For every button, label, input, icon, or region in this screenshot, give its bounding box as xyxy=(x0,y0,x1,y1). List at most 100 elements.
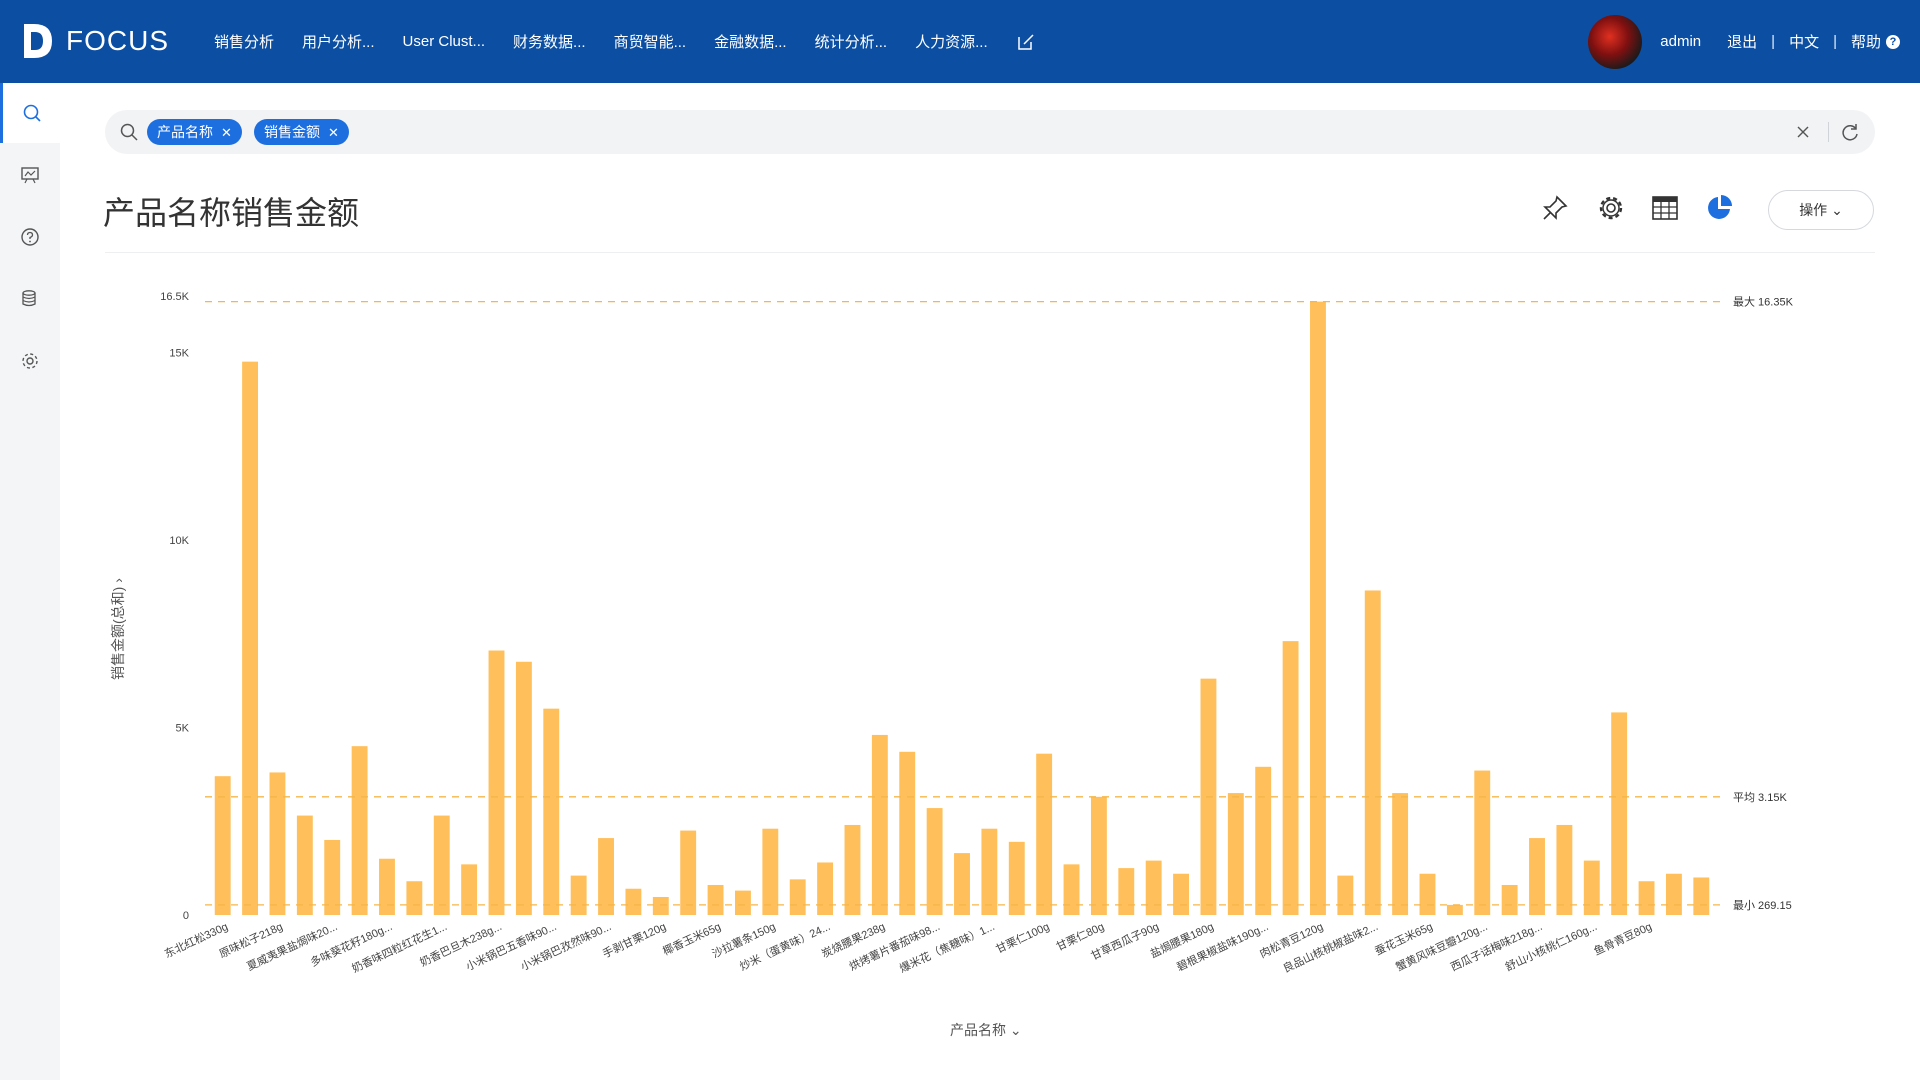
x-tick-label: 良品山核桃椒盐味2... xyxy=(1280,919,1380,975)
bar xyxy=(707,884,724,915)
x-tick-label: 蟹黄风味豆瓣120g... xyxy=(1393,919,1489,974)
bar xyxy=(1036,753,1053,915)
separator: | xyxy=(1771,33,1776,50)
bar xyxy=(1337,875,1354,915)
nav-item-statistics[interactable]: 统计分析... xyxy=(801,31,902,52)
main-nav: 销售分析 用户分析... User Clust... 财务数据... 商贸智能.… xyxy=(200,0,1036,83)
search-bar[interactable]: 产品名称 ✕ 销售金额 ✕ xyxy=(105,110,1875,154)
pie-chart-icon[interactable] xyxy=(1704,193,1734,223)
x-tick-label: 小米锅巴孜然味90... xyxy=(518,919,613,973)
nav-item-user-analysis[interactable]: 用户分析... xyxy=(288,31,389,52)
bar xyxy=(570,875,587,915)
search-tag-label: 销售金额 xyxy=(264,124,320,140)
user-area: admin 退出 | 中文 | 帮助 ? xyxy=(1588,0,1900,83)
bar xyxy=(1173,873,1189,915)
bar xyxy=(954,853,970,915)
logout-link[interactable]: 退出 xyxy=(1727,31,1757,52)
x-tick-label: 奶香味四粒红花生1... xyxy=(349,919,449,975)
reference-line-label: 最小 269.15 xyxy=(1733,899,1792,912)
bar xyxy=(981,828,998,915)
bar xyxy=(324,839,341,915)
y-axis-title[interactable]: 销售金额(总和) › xyxy=(108,578,128,680)
bar xyxy=(789,879,806,915)
x-tick-label: 碧根果椒盐味190g... xyxy=(1174,919,1270,974)
sidebar-item-dashboard[interactable] xyxy=(0,145,60,205)
bar xyxy=(351,746,368,915)
bar xyxy=(899,751,916,915)
bar xyxy=(488,650,505,915)
x-tick-label: 鱼骨青豆80g xyxy=(1591,919,1653,958)
reference-line-label: 最大 16.35K xyxy=(1733,295,1794,309)
focus-logo[interactable]: FOCUS xyxy=(20,18,169,64)
nav-item-financial-data[interactable]: 金融数据... xyxy=(700,31,801,52)
bar xyxy=(379,858,395,915)
y-tick-label: 16.5K xyxy=(160,291,189,303)
avatar[interactable] xyxy=(1588,14,1643,69)
dashboard-icon xyxy=(21,167,39,184)
refresh-icon[interactable] xyxy=(1839,121,1861,143)
nav-item-trade[interactable]: 商贸智能... xyxy=(600,31,701,52)
table-icon[interactable] xyxy=(1650,193,1680,223)
top-navigation-bar: FOCUS 销售分析 用户分析... User Clust... 财务数据...… xyxy=(0,0,1920,83)
bar xyxy=(1419,873,1436,915)
bar xyxy=(1118,868,1135,915)
bar xyxy=(1063,864,1080,915)
bar xyxy=(1501,884,1518,915)
help-link[interactable]: 帮助 xyxy=(1851,31,1881,52)
bar xyxy=(1611,712,1628,915)
bar-chart: 0 5K 10K 15K 16.5K 最大 16.35K 平均 3.15K 最小 269.15… xyxy=(160,291,1794,975)
bar xyxy=(1665,873,1682,915)
gear-icon[interactable] xyxy=(1596,193,1626,223)
bar xyxy=(1008,841,1025,915)
help-icon[interactable]: ? xyxy=(1886,34,1900,49)
pin-icon[interactable] xyxy=(1540,193,1570,223)
bar xyxy=(1282,641,1299,915)
bar xyxy=(1255,766,1272,915)
bar xyxy=(1446,904,1463,915)
y-axis-label: 销售金额(总和) xyxy=(110,586,126,680)
bar xyxy=(598,838,614,915)
bar xyxy=(296,815,313,915)
bar xyxy=(1693,877,1710,915)
bar xyxy=(1638,881,1655,915)
clear-icon[interactable] xyxy=(1793,122,1813,142)
reference-line-label: 平均 3.15K xyxy=(1733,791,1787,804)
nav-item-hr[interactable]: 人力资源... xyxy=(901,31,1002,52)
bar xyxy=(871,734,888,915)
search-tag[interactable]: 产品名称 ✕ xyxy=(147,119,242,145)
x-axis-label: 产品名称 xyxy=(950,1022,1006,1038)
chevron-down-icon: ⌄ xyxy=(1831,202,1843,218)
bar xyxy=(1529,838,1545,915)
sidebar-item-data[interactable] xyxy=(0,269,60,329)
logo-mark-icon xyxy=(24,24,52,58)
nav-item-sales[interactable]: 销售分析 xyxy=(200,31,288,52)
bar xyxy=(515,661,532,915)
search-tag[interactable]: 销售金额 ✕ xyxy=(254,119,349,145)
sidebar-item-settings[interactable] xyxy=(0,331,60,391)
help-icon xyxy=(21,228,39,246)
sidebar-item-help[interactable] xyxy=(0,207,60,267)
sidebar-item-search[interactable] xyxy=(0,83,60,143)
bar xyxy=(1227,793,1244,915)
edit-icon[interactable] xyxy=(1016,32,1036,52)
x-tick-label: 西瓜子话梅味218g... xyxy=(1448,919,1544,974)
x-axis-title[interactable]: 产品名称 ⌄ xyxy=(950,1020,1022,1040)
x-tick-label: 炒米（蛋黄味）24... xyxy=(737,919,832,973)
sidebar xyxy=(0,83,60,1080)
close-icon[interactable]: ✕ xyxy=(328,125,339,140)
x-tick-label: 小米锅巴五香味90... xyxy=(464,920,559,973)
title-divider xyxy=(105,252,1875,253)
bar xyxy=(1583,860,1600,915)
nav-item-finance[interactable]: 财务数据... xyxy=(499,31,600,52)
language-switch[interactable]: 中文 xyxy=(1789,31,1819,52)
bar xyxy=(817,862,834,915)
y-tick-label: 5K xyxy=(176,722,190,734)
close-icon[interactable]: ✕ xyxy=(221,125,232,140)
page-title: 产品名称销售金额 xyxy=(103,194,360,232)
bar xyxy=(652,896,669,915)
nav-item-user-cluster[interactable]: User Clust... xyxy=(389,33,500,50)
operate-label: 操作 xyxy=(1799,202,1828,218)
operate-button[interactable]: 操作 ⌄ xyxy=(1768,190,1874,230)
divider xyxy=(1828,122,1829,142)
user-name[interactable]: admin xyxy=(1660,33,1701,50)
